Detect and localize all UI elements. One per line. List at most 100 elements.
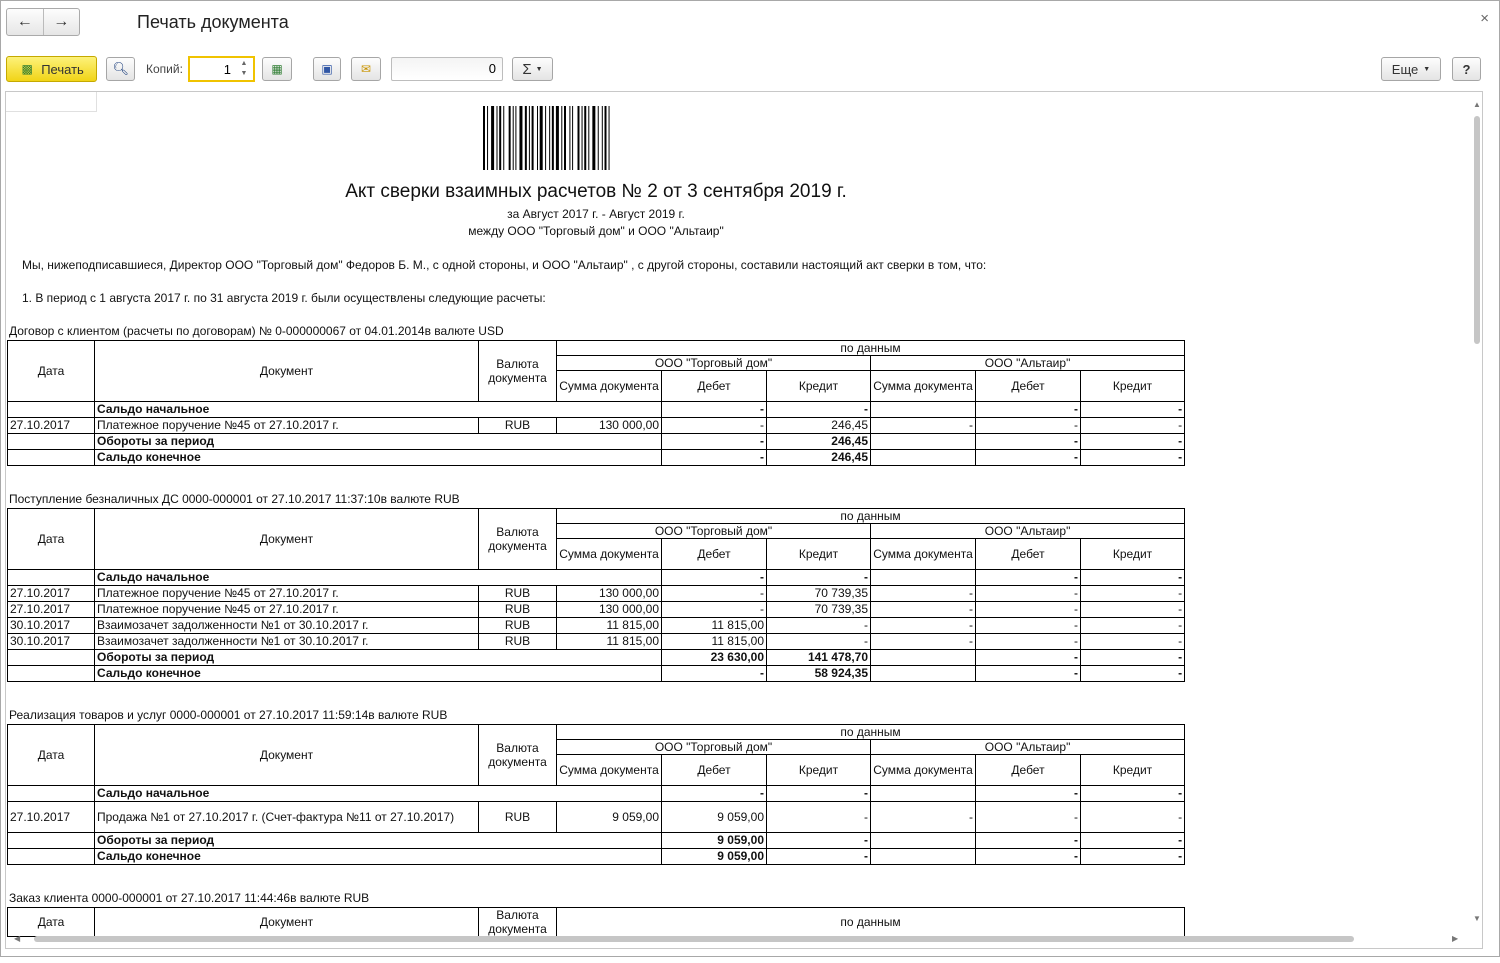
barcode-bar bbox=[561, 106, 563, 170]
summary-label: Обороты за период bbox=[94, 649, 662, 666]
table-cell: - bbox=[870, 633, 976, 650]
summary-value: 9 059,00 bbox=[661, 832, 767, 849]
magnifier-icon: 🔍︎ bbox=[112, 61, 130, 76]
header-subcolumn: Дебет bbox=[661, 754, 767, 786]
table-cell: - bbox=[1079, 601, 1186, 618]
header-row: Дата Документ Валюта документа по данным bbox=[7, 907, 1186, 937]
summary-value: - bbox=[1079, 785, 1186, 802]
header-date: Дата bbox=[7, 907, 95, 937]
opening-balance-row: Сальдо начальное----- bbox=[7, 569, 1186, 586]
header-party-1: ООО "Торговый дом" bbox=[556, 355, 871, 371]
table-cell bbox=[7, 785, 95, 802]
scroll-right-icon[interactable]: ▶ bbox=[1452, 934, 1458, 943]
vertical-scrollbar[interactable]: ▲ ▼ bbox=[1473, 100, 1481, 923]
barcode-bar bbox=[581, 106, 583, 170]
summary-value: - bbox=[661, 449, 767, 466]
chevron-down-icon: ▼ bbox=[1423, 65, 1431, 73]
table-cell: - bbox=[975, 801, 1081, 833]
summary-value: - bbox=[1079, 848, 1186, 865]
scroll-left-icon[interactable]: ◀ bbox=[14, 934, 20, 943]
table-cell: 70 739,35 bbox=[766, 585, 871, 602]
barcode-bar bbox=[508, 106, 511, 170]
document-parties: между ООО "Торговый дом" и ООО "Альтаир" bbox=[468, 224, 724, 238]
table-cell: RUB bbox=[478, 633, 557, 650]
table-cell: - bbox=[1079, 801, 1186, 833]
help-button[interactable]: ? bbox=[1452, 57, 1481, 81]
scroll-down-icon[interactable]: ▼ bbox=[1473, 914, 1481, 923]
table-cell: 130 000,00 bbox=[556, 417, 662, 434]
table-cell: - bbox=[870, 801, 976, 833]
header-date: Дата bbox=[7, 508, 95, 570]
table-cell: 11 815,00 bbox=[556, 617, 662, 634]
table-cell bbox=[7, 832, 95, 849]
header-subcolumn: Сумма документа bbox=[556, 370, 662, 402]
summary-label: Сальдо конечное bbox=[94, 665, 662, 682]
summary-value: 9 059,00 bbox=[661, 848, 767, 865]
barcode-bar bbox=[483, 106, 485, 170]
forward-arrow-icon[interactable]: → bbox=[42, 9, 80, 35]
preview-button[interactable]: 🔍︎ bbox=[106, 57, 135, 81]
table-cell: 11 815,00 bbox=[661, 617, 767, 634]
header-subcolumn: Кредит bbox=[1079, 538, 1186, 570]
printer-icon: ▩ bbox=[21, 62, 33, 76]
header-subcolumn: Сумма документа bbox=[556, 754, 662, 786]
table-cell: RUB bbox=[478, 617, 557, 634]
barcode-bar bbox=[491, 106, 495, 170]
table-cell: - bbox=[661, 601, 767, 618]
header-row: Дата Документ Валюта документа по данным bbox=[7, 508, 1186, 570]
table-cell: Взаимозачет задолженности №1 от 30.10.20… bbox=[94, 617, 479, 634]
table-cell: - bbox=[870, 617, 976, 634]
summary-value: - bbox=[1079, 433, 1186, 450]
stepper-down-icon[interactable]: ▼ bbox=[237, 69, 251, 79]
copies-stepper[interactable]: ▲ ▼ bbox=[237, 59, 251, 79]
summary-value bbox=[870, 848, 976, 865]
table-cell: 11 815,00 bbox=[556, 633, 662, 650]
help-label: ? bbox=[1462, 61, 1471, 77]
horizontal-scrollbar[interactable]: ◀ ▶ bbox=[14, 934, 1462, 943]
header-subcolumn: Дебет bbox=[661, 370, 767, 402]
barcode-bar bbox=[577, 106, 580, 170]
section-title: Заказ клиента 0000-000001 от 27.10.2017 … bbox=[9, 891, 370, 905]
header-by-data: по данным bbox=[555, 907, 1186, 937]
table-cell: - bbox=[870, 601, 976, 618]
summary-value: - bbox=[975, 832, 1081, 849]
spreadsheet-document[interactable]: Акт сверки взаимных расчетов № 2 от 3 се… bbox=[5, 91, 1483, 949]
stepper-up-icon[interactable]: ▲ bbox=[237, 59, 251, 69]
horizontal-scroll-thumb[interactable] bbox=[34, 936, 1354, 942]
more-button[interactable]: Еще ▼ bbox=[1381, 57, 1441, 81]
summary-value bbox=[870, 785, 976, 802]
sum-field[interactable]: 0 bbox=[391, 57, 503, 81]
table-row: 27.10.2017 Платежное поручение №45 от 27.… bbox=[7, 585, 1186, 602]
table-cell bbox=[7, 848, 95, 865]
envelope-icon: ✉ bbox=[360, 62, 372, 76]
titlebar: ← → Печать документа × bbox=[1, 1, 1499, 45]
header-subcolumn: Дебет bbox=[975, 538, 1081, 570]
barcode bbox=[483, 106, 610, 170]
sum-menu-button[interactable]: Σ ▼ bbox=[512, 57, 553, 81]
edit-button[interactable]: ▦ bbox=[262, 57, 292, 81]
vertical-scroll-thumb[interactable] bbox=[1474, 116, 1480, 344]
barcode-bar bbox=[499, 106, 502, 170]
back-arrow-icon[interactable]: ← bbox=[7, 9, 43, 35]
scroll-up-icon[interactable]: ▲ bbox=[1473, 100, 1481, 109]
table-row: 27.10.2017 Платежное поручение №45 от 27.… bbox=[7, 417, 1186, 434]
barcode-bar bbox=[555, 106, 559, 170]
header-subcolumn: Кредит bbox=[766, 754, 871, 786]
close-icon[interactable]: × bbox=[1480, 10, 1489, 27]
table-cell: - bbox=[766, 801, 871, 833]
summary-value: - bbox=[766, 569, 871, 586]
summary-value bbox=[870, 401, 976, 418]
summary-value: - bbox=[975, 433, 1081, 450]
print-button[interactable]: ▩ Печать bbox=[6, 56, 97, 82]
table-cell: 27.10.2017 bbox=[7, 801, 95, 833]
table-cell: 130 000,00 bbox=[556, 585, 662, 602]
save-button[interactable]: ▣ bbox=[313, 57, 341, 81]
section-title: Реализация товаров и услуг 0000-000001 о… bbox=[9, 708, 448, 722]
summary-value: - bbox=[661, 433, 767, 450]
email-button[interactable]: ✉ bbox=[351, 57, 381, 81]
header-row: Дата Документ Валюта документа по данным bbox=[7, 340, 1186, 402]
copies-input[interactable]: 1 ▲ ▼ bbox=[188, 56, 255, 82]
header-subcolumn: Дебет bbox=[975, 754, 1081, 786]
table-row: 30.10.2017 Взаимозачет задолженности №1 о… bbox=[7, 633, 1186, 650]
table-cell: - bbox=[975, 417, 1081, 434]
